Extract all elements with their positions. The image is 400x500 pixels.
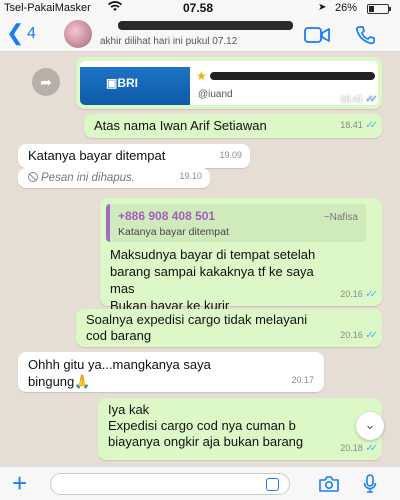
camera-icon[interactable] xyxy=(318,476,340,492)
outgoing-message[interactable]: Iya kak Expedisi cargo cod nya cuman b b… xyxy=(98,398,382,460)
message-line: Iya kak xyxy=(108,402,150,417)
wifi-icon xyxy=(108,1,122,15)
message-text: Atas nama Iwan Arif Setiawan xyxy=(94,118,267,133)
share-forward-icon[interactable]: ➦ xyxy=(32,68,60,96)
message-line: barang sampai kakaknya tf ke saya xyxy=(110,264,314,279)
carrier-label: Tsel-PakaiMasker xyxy=(4,2,91,14)
star-icon: ★ xyxy=(196,69,207,83)
read-ticks-icon: ✓✓ xyxy=(365,443,378,454)
message-line: Ohhh gitu ya...mangkanya saya xyxy=(28,357,211,372)
message-line: Soalnya expedisi cargo tidak melayani xyxy=(86,312,308,327)
avatar[interactable] xyxy=(64,20,92,48)
bri-logo: ▣BRI xyxy=(106,76,139,90)
redacted-contact-name xyxy=(118,21,293,30)
last-seen-status: akhir dilihat hari ini pukul 07.12 xyxy=(100,36,238,47)
deleted-message[interactable]: Pesan ini dihapus. 19.10 xyxy=(18,168,210,188)
message-time: 20.16 ✓✓ xyxy=(340,330,378,341)
message-input-bar: + xyxy=(0,466,400,500)
read-ticks-icon: ✓✓ xyxy=(365,120,378,131)
chat-header: ❮ 4 akhir dilihat hari ini pukul 07.12 xyxy=(0,17,400,52)
microphone-icon[interactable] xyxy=(363,474,377,494)
message-line: Maksudnya bayar di tempat setelah xyxy=(110,247,316,262)
deleted-text: Pesan ini dihapus. xyxy=(28,170,135,187)
plus-icon[interactable]: + xyxy=(12,468,27,499)
quoted-message[interactable]: +886 908 408 501 ~Nafisa Katanya bayar d… xyxy=(106,204,366,242)
message-text: Maksudnya bayar di tempat setelah barang… xyxy=(110,246,315,314)
quoted-text: Katanya bayar ditempat xyxy=(118,226,229,238)
unread-chats-count[interactable]: 4 xyxy=(27,25,36,43)
message-time: 20.16 ✓✓ xyxy=(340,289,378,300)
message-time: 20.18 ✓✓ xyxy=(340,443,378,454)
message-text: Katanya bayar ditempat xyxy=(28,148,166,163)
message-line: biayanya ongkir aja bukan barang xyxy=(108,434,304,449)
outgoing-message[interactable]: Atas nama Iwan Arif Setiawan 18.41 ✓✓ xyxy=(84,114,382,138)
message-time: 18.41 ✓✓ xyxy=(340,120,378,131)
message-text: Soalnya expedisi cargo tidak melayani co… xyxy=(86,312,307,344)
sticker-icon[interactable] xyxy=(266,478,279,491)
video-call-icon[interactable] xyxy=(304,26,330,44)
message-text: Iya kak Expedisi cargo cod nya cuman b b… xyxy=(108,402,370,450)
quoted-sender: +886 908 408 501 xyxy=(118,209,216,223)
message-text: Ohhh gitu ya...mangkanya saya bingung🙏 xyxy=(28,356,211,390)
message-time: 19.09 xyxy=(219,150,242,160)
chevron-down-icon[interactable]: ⌄ xyxy=(356,412,384,440)
battery-percent: 26% xyxy=(335,2,358,14)
outgoing-message[interactable]: Soalnya expedisi cargo tidak melayani co… xyxy=(76,309,382,347)
read-ticks-icon: ✓✓ xyxy=(365,94,378,105)
incoming-message[interactable]: Katanya bayar ditempat 19.09 xyxy=(18,144,250,168)
location-icon: ➤ xyxy=(318,2,327,13)
message-time: 19.10 xyxy=(179,171,202,181)
read-ticks-icon: ✓✓ xyxy=(365,289,378,300)
chevron-left-icon[interactable]: ❮ xyxy=(6,20,24,46)
deleted-icon xyxy=(28,172,38,182)
message-line: Expedisi cargo cod nya cuman b xyxy=(108,418,296,433)
outgoing-reply-message[interactable]: +886 908 408 501 ~Nafisa Katanya bayar d… xyxy=(100,198,382,313)
preview-handle: @iuand xyxy=(198,89,233,100)
link-preview-card[interactable]: ▣BRI ★ @iuand xyxy=(80,61,378,105)
message-input[interactable] xyxy=(50,473,290,495)
clock: 07.58 xyxy=(183,1,214,15)
bri-logo-tile: ▣BRI xyxy=(80,61,190,105)
message-time: 20.17 xyxy=(291,375,314,385)
incoming-message[interactable]: Ohhh gitu ya...mangkanya saya bingung🙏 2… xyxy=(18,352,324,392)
message-line: mas xyxy=(110,281,135,296)
quoted-alias: ~Nafisa xyxy=(323,212,358,223)
battery-icon xyxy=(367,4,391,14)
message-line: bingung🙏 xyxy=(28,374,91,389)
message-line: cod barang xyxy=(86,328,152,343)
message-time: 18.41 ✓✓ xyxy=(340,94,378,105)
status-bar: Tsel-PakaiMasker 07.58 ➤ 26% xyxy=(0,0,400,17)
phone-call-icon[interactable] xyxy=(355,25,375,45)
link-preview-message[interactable]: ▣BRI ★ @iuand 18.41 ✓✓ xyxy=(76,57,382,109)
redacted-preview-title xyxy=(210,72,375,80)
read-ticks-icon: ✓✓ xyxy=(365,330,378,341)
